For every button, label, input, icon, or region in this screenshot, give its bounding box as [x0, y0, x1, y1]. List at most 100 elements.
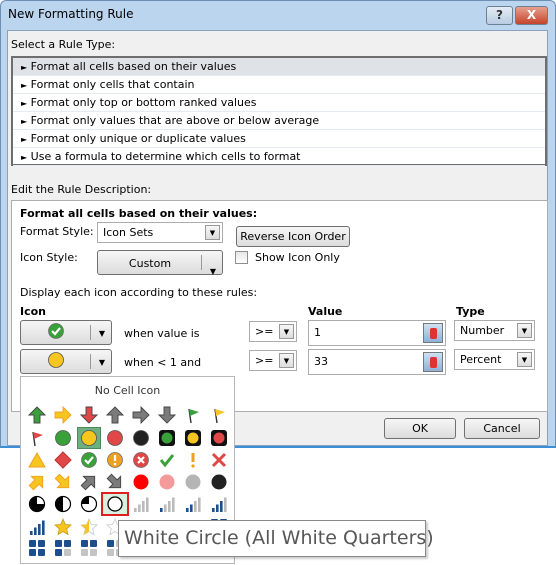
rule-type-label: Format all cells based on their values [30, 60, 237, 73]
ok-button[interactable]: OK [384, 418, 456, 439]
show-icon-only-label: Show Icon Only [255, 251, 340, 264]
circle-white-icon[interactable] [101, 492, 129, 516]
arrow-upright-gray-icon[interactable] [77, 471, 101, 493]
light-red-icon[interactable] [207, 427, 231, 449]
range-picker-icon[interactable] [423, 352, 443, 372]
rule-type-label: Select a Rule Type: [11, 38, 116, 51]
dot-red-icon[interactable] [129, 471, 153, 493]
pie-3-icon[interactable] [25, 493, 49, 515]
star-half-icon[interactable] [77, 516, 101, 538]
arrow-right-gray-icon[interactable] [129, 404, 153, 426]
dot-black-icon[interactable] [207, 471, 231, 493]
icon-style-dropdown[interactable]: Custom ▼ [97, 250, 223, 276]
arrow-down-red-icon[interactable] [77, 404, 101, 426]
format-style-select[interactable]: Icon Sets ▼ [97, 222, 223, 243]
rule-type-item[interactable]: ► Use a formula to determine which cells… [13, 148, 545, 166]
type-value: Percent [460, 353, 502, 366]
help-button[interactable]: ? [486, 6, 513, 25]
cancel-button[interactable]: Cancel [464, 418, 540, 439]
dot-pink-icon[interactable] [155, 471, 179, 493]
check-circle-green-icon [47, 322, 65, 343]
light-yellow-icon[interactable] [181, 427, 205, 449]
rule-type-item[interactable]: ► Format only unique or duplicate values [13, 130, 545, 148]
arrow-down-gray-icon[interactable] [155, 404, 179, 426]
arrow-up-green-icon[interactable] [25, 404, 49, 426]
diamond-red-icon[interactable] [51, 449, 75, 471]
no-cell-icon-option[interactable]: No Cell Icon [21, 384, 234, 397]
value-input[interactable]: 33 [308, 349, 446, 375]
operator-value: >= [255, 325, 274, 338]
arrow-upright-yellow-icon[interactable] [25, 471, 49, 493]
exclaim-circle-yellow-icon[interactable] [103, 449, 127, 471]
show-icon-only-checkbox[interactable] [235, 251, 248, 264]
operator-select[interactable]: >= ▼ [249, 350, 297, 371]
x-circle-red-icon[interactable] [129, 449, 153, 471]
range-picker-icon[interactable] [423, 323, 443, 343]
x-red-icon[interactable] [207, 449, 231, 471]
boxes-4-icon[interactable] [25, 537, 49, 559]
column-header-icon: Icon [20, 305, 47, 318]
boxes-2-icon[interactable] [77, 537, 101, 559]
bullet-icon: ► [21, 135, 28, 144]
description-heading: Format all cells based on their values: [20, 207, 258, 220]
flag-red-icon[interactable] [25, 427, 49, 449]
rule-type-item[interactable]: ► Format only cells that contain [13, 76, 545, 94]
check-circle-green-icon[interactable] [77, 449, 101, 471]
chevron-down-icon[interactable]: ▼ [205, 225, 220, 240]
arrow-right-yellow-icon[interactable] [51, 404, 75, 426]
check-green-icon[interactable] [155, 449, 179, 471]
bars-0-icon[interactable] [129, 493, 153, 515]
circle-green-icon[interactable] [51, 427, 75, 449]
circle-red-icon[interactable] [103, 427, 127, 449]
bullet-icon: ► [21, 153, 28, 162]
type-select[interactable]: Percent ▼ [454, 349, 535, 370]
type-value: Number [460, 324, 505, 337]
pie-2-icon[interactable] [51, 493, 75, 515]
rule-icon-dropdown[interactable]: ▼ [20, 349, 112, 374]
rule-description-label: Edit the Rule Description: [11, 183, 152, 196]
bullet-icon: ► [21, 117, 28, 126]
bars-2-icon[interactable] [181, 493, 205, 515]
close-button[interactable]: X [515, 6, 548, 25]
pie-1-icon[interactable] [77, 493, 101, 515]
rule-type-label: Format only top or bottom ranked values [30, 96, 257, 109]
circle-yellow-icon[interactable] [77, 427, 101, 449]
flag-yellow-icon[interactable] [207, 404, 231, 426]
bars-3-icon[interactable] [207, 493, 231, 515]
exclaim-yellow-icon[interactable] [181, 449, 205, 471]
rule-type-item[interactable]: ► Format only values that are above or b… [13, 112, 545, 130]
dot-gray-icon[interactable] [181, 471, 205, 493]
rule-icon-dropdown[interactable]: ▼ [20, 320, 112, 345]
chevron-down-icon[interactable]: ▼ [279, 324, 294, 339]
rule-type-label: Format only unique or duplicate values [30, 132, 246, 145]
flag-green-icon[interactable] [181, 404, 205, 426]
value-text: 33 [314, 355, 328, 368]
arrow-downright-yellow-icon[interactable] [51, 471, 75, 493]
circle-black-icon[interactable] [129, 427, 153, 449]
boxes-3-icon[interactable] [51, 537, 75, 559]
star-full-icon[interactable] [51, 516, 75, 538]
type-select[interactable]: Number ▼ [454, 320, 535, 341]
rule-condition-label: when value is [124, 327, 200, 340]
chevron-down-icon[interactable]: ▼ [279, 353, 294, 368]
arrow-downright-gray-icon[interactable] [103, 471, 127, 493]
bullet-icon: ► [21, 81, 28, 90]
light-green-icon[interactable] [155, 427, 179, 449]
display-rules-label: Display each icon according to these rul… [20, 286, 258, 299]
arrow-up-gray-icon[interactable] [103, 404, 127, 426]
rule-type-item[interactable]: ► Format all cells based on their values [13, 58, 545, 76]
operator-select[interactable]: >= ▼ [249, 321, 297, 342]
bars-1-icon[interactable] [155, 493, 179, 515]
icon-style-value: Custom [128, 257, 172, 270]
format-style-value: Icon Sets [103, 226, 154, 239]
format-style-label: Format Style: [20, 225, 94, 238]
bars-4-icon[interactable] [25, 516, 49, 538]
chevron-down-icon[interactable]: ▼ [517, 323, 532, 338]
rule-type-list[interactable]: ► Format all cells based on their values… [11, 56, 547, 166]
dialog-title: New Formatting Rule [8, 7, 134, 21]
value-input[interactable]: 1 [308, 320, 446, 346]
triangle-yellow-icon[interactable] [25, 449, 49, 471]
reverse-icon-order-button[interactable]: Reverse Icon Order [236, 226, 350, 247]
rule-type-item[interactable]: ► Format only top or bottom ranked value… [13, 94, 545, 112]
chevron-down-icon[interactable]: ▼ [517, 352, 532, 367]
